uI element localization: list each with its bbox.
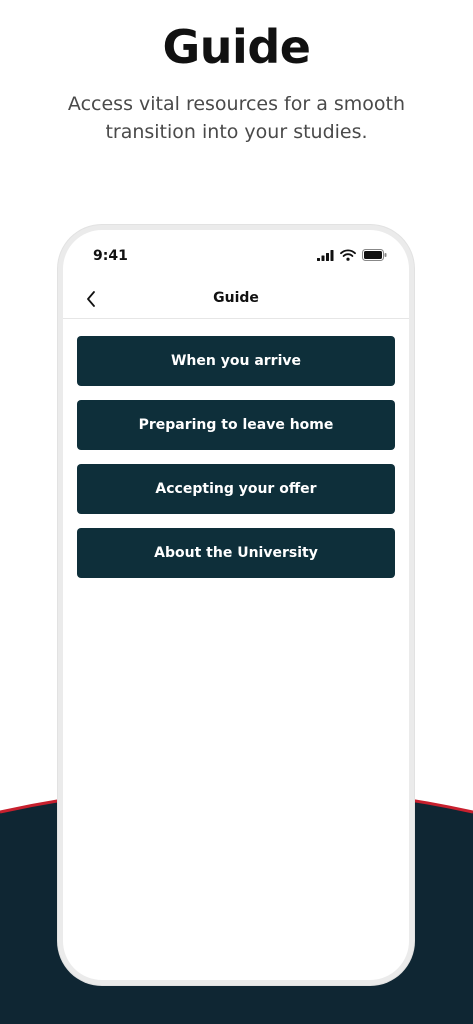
accepting-your-offer-button[interactable]: Accepting your offer <box>77 464 395 514</box>
guide-button-label: When you arrive <box>170 353 301 369</box>
page-title: Guide <box>162 20 311 74</box>
status-time: 9:41 <box>93 248 128 264</box>
status-bar: 9:41 <box>63 246 409 270</box>
battery-icon <box>362 249 387 261</box>
nav-bar: Guide <box>63 282 409 319</box>
signal-icon <box>317 249 334 261</box>
guide-button-label: About the University <box>154 545 318 561</box>
when-you-arrive-button[interactable]: When you arrive <box>77 336 395 386</box>
about-the-university-button[interactable]: About the University <box>77 528 395 578</box>
wifi-icon <box>340 249 356 261</box>
guide-button-label: Accepting your offer <box>155 481 317 497</box>
preparing-to-leave-home-button[interactable]: Preparing to leave home <box>77 400 395 450</box>
status-icons <box>317 249 387 261</box>
guide-button-label: Preparing to leave home <box>138 417 334 433</box>
nav-title: Guide <box>213 290 259 306</box>
page-subtitle: Access vital resources for a smooth tran… <box>67 93 406 143</box>
guide-list: When you arrive Preparing to leave home … <box>77 336 395 592</box>
phone-mockup: 9:41 Guide When you arrive Preparing to … <box>58 225 414 985</box>
